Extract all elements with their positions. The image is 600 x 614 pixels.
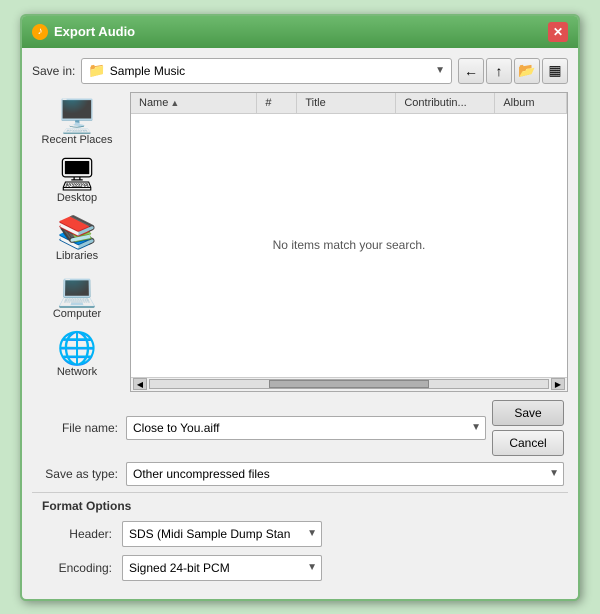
format-options-section: Format Options Header: SDS (Midi Sample … [32, 492, 568, 581]
recent-places-icon: 🖥️ [57, 100, 97, 132]
sidebar-item-desktop[interactable]: 🖥 Desktop [37, 154, 117, 208]
dialog-body: Save in: 📁 Sample Music ▼ ← ↑ 📂 ▦ 🖥️ Rec… [22, 48, 578, 599]
sidebar-item-label: Desktop [57, 192, 97, 204]
column-name[interactable]: Name ▲ [131, 93, 257, 113]
scroll-thumb[interactable] [269, 380, 428, 388]
save-as-dropdown[interactable]: Other uncompressed files ▼ [126, 462, 564, 486]
sidebar-item-computer[interactable]: 💻 Computer [37, 270, 117, 324]
title-bar: ♪ Export Audio ✕ [22, 16, 578, 48]
encoding-value: Signed 24-bit PCM [129, 561, 230, 575]
empty-message: No items match your search. [273, 238, 426, 252]
sidebar-item-label: Network [57, 366, 97, 378]
desktop-icon: 🖥 [57, 158, 98, 190]
header-dropdown[interactable]: SDS (Midi Sample Dump Stan ▼ [122, 521, 322, 547]
libraries-icon: 📚 [57, 216, 97, 248]
scroll-left-button[interactable]: ◀ [133, 378, 147, 390]
file-name-value: Close to You.aiff [133, 421, 220, 435]
column-title[interactable]: Title [297, 93, 396, 113]
cancel-button[interactable]: Cancel [492, 430, 564, 456]
save-in-dropdown[interactable]: 📁 Sample Music ▼ [81, 58, 452, 84]
file-list-body: No items match your search. [131, 114, 567, 377]
back-button[interactable]: ← [458, 58, 484, 84]
export-audio-dialog: ♪ Export Audio ✕ Save in: 📁 Sample Music… [20, 14, 580, 601]
save-in-label: Save in: [32, 64, 75, 78]
encoding-arrow: ▼ [307, 562, 317, 573]
format-options-title: Format Options [32, 499, 568, 521]
save-in-value: Sample Music [110, 64, 185, 78]
toolbar-buttons: ← ↑ 📂 ▦ [458, 58, 568, 84]
sidebar-item-libraries[interactable]: 📚 Libraries [37, 212, 117, 266]
file-name-dropdown[interactable]: Close to You.aiff ▼ [126, 416, 486, 440]
header-value: SDS (Midi Sample Dump Stan [129, 527, 290, 541]
scroll-track[interactable] [149, 379, 549, 389]
sidebar: 🖥️ Recent Places 🖥 Desktop 📚 Libraries 💻… [32, 92, 122, 392]
title-bar-left: ♪ Export Audio [32, 24, 135, 40]
column-num[interactable]: # [257, 93, 297, 113]
save-button[interactable]: Save [492, 400, 564, 426]
save-in-arrow: ▼ [435, 65, 445, 76]
save-as-row: Save as type: Other uncompressed files ▼ [32, 462, 568, 486]
file-list-header: Name ▲ # Title Contributin... Album [131, 93, 567, 114]
bottom-section: File name: Close to You.aiff ▼ Save Canc… [32, 392, 568, 486]
action-buttons: Save Cancel [492, 400, 564, 456]
column-album[interactable]: Album [495, 93, 567, 113]
sidebar-item-label: Computer [53, 308, 101, 320]
column-contrib[interactable]: Contributin... [396, 93, 495, 113]
folder-icon: 📁 [88, 62, 105, 79]
main-area: 🖥️ Recent Places 🖥 Desktop 📚 Libraries 💻… [32, 92, 568, 392]
header-arrow: ▼ [307, 528, 317, 539]
sidebar-item-recent-places[interactable]: 🖥️ Recent Places [37, 96, 117, 150]
file-name-row: File name: Close to You.aiff ▼ Save Canc… [32, 400, 568, 456]
close-button[interactable]: ✕ [548, 22, 568, 42]
save-as-arrow: ▼ [549, 468, 559, 479]
save-as-label: Save as type: [36, 467, 126, 481]
network-icon: 🌐 [57, 332, 97, 364]
sidebar-item-label: Recent Places [42, 134, 113, 146]
file-name-label: File name: [36, 421, 126, 435]
encoding-label: Encoding: [42, 561, 122, 575]
scroll-right-button[interactable]: ▶ [551, 378, 565, 390]
sidebar-item-label: Libraries [56, 250, 98, 262]
header-row: Header: SDS (Midi Sample Dump Stan ▼ [32, 521, 568, 547]
file-list-container: Name ▲ # Title Contributin... Album No i… [130, 92, 568, 392]
header-label: Header: [42, 527, 122, 541]
save-in-row: Save in: 📁 Sample Music ▼ ← ↑ 📂 ▦ [32, 58, 568, 84]
sort-arrow: ▲ [170, 98, 179, 108]
dialog-icon: ♪ [32, 24, 48, 40]
new-folder-button[interactable]: 📂 [514, 58, 540, 84]
sidebar-item-network[interactable]: 🌐 Network [37, 328, 117, 382]
file-name-arrow: ▼ [471, 422, 481, 433]
horizontal-scrollbar[interactable]: ◀ ▶ [131, 377, 567, 391]
up-button[interactable]: ↑ [486, 58, 512, 84]
encoding-dropdown[interactable]: Signed 24-bit PCM ▼ [122, 555, 322, 581]
computer-icon: 💻 [57, 274, 97, 306]
view-button[interactable]: ▦ [542, 58, 568, 84]
save-as-value: Other uncompressed files [133, 467, 270, 481]
dialog-title: Export Audio [54, 24, 135, 39]
encoding-row: Encoding: Signed 24-bit PCM ▼ [32, 555, 568, 581]
